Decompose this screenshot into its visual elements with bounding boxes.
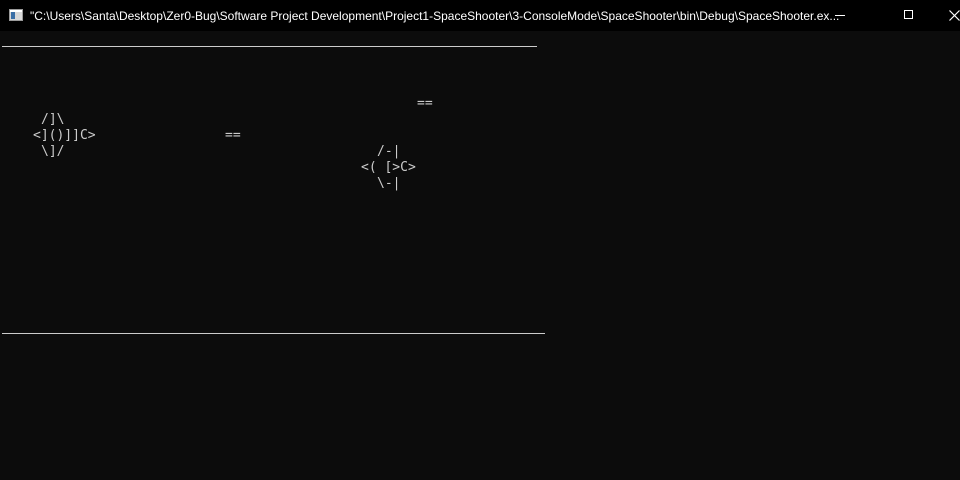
console-window: "C:\Users\Santa\Desktop\Zer0-Bug\Softwar…: [0, 0, 960, 480]
window-title: "C:\Users\Santa\Desktop\Zer0-Bug\Softwar…: [30, 9, 840, 23]
player-ship-top: /]\: [41, 112, 65, 127]
enemy-ship-top: /-|: [377, 144, 401, 159]
player-ship-middle: <]()]]C>: [33, 128, 96, 143]
player-ship-bottom: \]/: [41, 144, 65, 159]
playfield-bottom-border: [2, 333, 545, 334]
maximize-button[interactable]: [863, 0, 913, 31]
minimize-icon: [835, 15, 845, 16]
console-output[interactable]: == /]\ <]()]]C> \]/ == /-| <( [>C> \-|: [0, 31, 960, 480]
maximize-icon: [904, 10, 913, 19]
playfield-top-border: [2, 46, 537, 47]
minimize-button[interactable]: [817, 0, 863, 31]
enemy-ship-bottom: \-|: [377, 176, 401, 191]
close-icon: [949, 10, 960, 21]
player-bullet: ==: [225, 128, 241, 143]
title-bar[interactable]: "C:\Users\Santa\Desktop\Zer0-Bug\Softwar…: [0, 0, 960, 31]
console-app-icon[interactable]: [9, 9, 23, 21]
enemy-bullet: ==: [417, 96, 433, 111]
enemy-ship-middle: <( [>C>: [361, 160, 416, 175]
close-button[interactable]: [914, 0, 960, 31]
